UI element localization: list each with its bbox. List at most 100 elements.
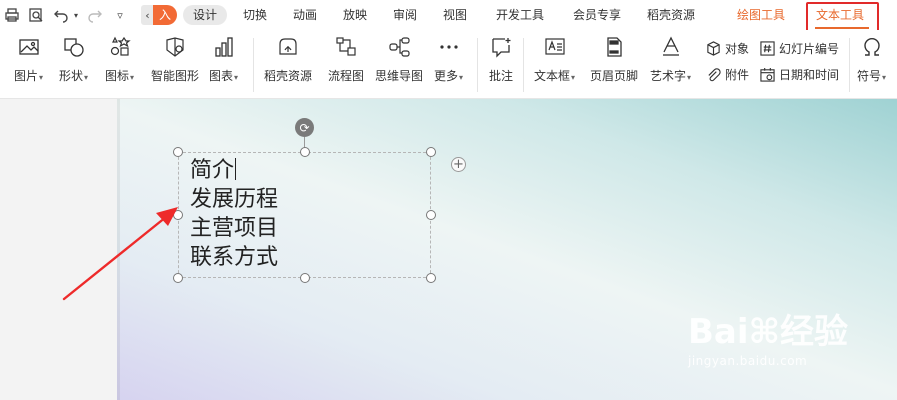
cube-icon <box>707 40 720 56</box>
tab-animation[interactable]: 动画 <box>293 5 317 25</box>
tab-docer-resources[interactable]: 稻壳资源 <box>647 5 695 25</box>
dropdown-icon: ▾ <box>459 73 464 82</box>
add-icon[interactable]: + <box>451 157 466 172</box>
text-caret <box>235 158 237 180</box>
resize-handle-bottom-left[interactable] <box>173 273 183 283</box>
button-label: 幻灯片编号 <box>779 41 840 56</box>
smart-graphic-icon <box>162 34 188 60</box>
word-art-button[interactable]: 艺术字▾ <box>650 34 691 84</box>
text-box-button[interactable]: 文本框▾ <box>534 34 575 84</box>
resize-handle-left[interactable] <box>173 210 183 220</box>
watermark: Bai⌘经验 jingyan.baidu.com <box>688 312 848 368</box>
resize-handle-bottom-right[interactable] <box>426 273 436 283</box>
slide-thumbnail-panel[interactable] <box>0 99 117 400</box>
print-icon[interactable] <box>3 6 21 24</box>
button-label: 思维导图 <box>375 69 424 83</box>
shape-button[interactable]: 形状▾ <box>59 34 88 84</box>
tab-developer[interactable]: 开发工具 <box>496 5 544 25</box>
tab-bar: ▾ ▿ ‹ 入 设计 切换 动画 放映 审阅 视图 开发工具 会员专享 稻壳资源… <box>0 0 897 34</box>
flowchart-button[interactable]: 流程图 <box>328 34 364 84</box>
picture-icon <box>16 34 42 60</box>
button-label: 稻壳资源 <box>264 69 313 83</box>
docer-resources-button[interactable]: 稻壳资源 <box>264 34 312 84</box>
redo-icon[interactable] <box>86 6 104 24</box>
print-preview-icon[interactable] <box>27 6 45 24</box>
chart-button[interactable]: 图表▾ <box>209 34 238 84</box>
button-label: 批注 <box>488 69 513 83</box>
tab-member[interactable]: 会员专享 <box>573 5 621 25</box>
tab-label: 审阅 <box>393 8 418 22</box>
text-box-content[interactable]: 简介 发展历程 主营项目 联系方式 <box>190 156 278 272</box>
active-tab-indicator <box>815 27 869 29</box>
tab-label: 会员专享 <box>573 8 622 22</box>
watermark-logo: Bai⌘经验 <box>688 312 849 352</box>
tab-drawing-tools[interactable]: 绘图工具 <box>737 5 785 25</box>
resize-handle-right[interactable] <box>426 210 436 220</box>
header-footer-icon <box>601 34 627 60</box>
flowchart-icon <box>333 34 359 60</box>
object-button[interactable]: 对象 <box>706 39 749 57</box>
watermark-url: jingyan.baidu.com <box>688 354 808 368</box>
tab-label: 切换 <box>243 8 268 22</box>
text-line: 主营项目 <box>190 216 279 241</box>
tab-label: 视图 <box>443 8 468 22</box>
tab-text-tools[interactable]: 文本工具 <box>816 5 864 25</box>
tab-label: 入 <box>158 8 171 22</box>
chart-icon <box>211 34 237 60</box>
resize-handle-top[interactable] <box>300 147 310 157</box>
more-button[interactable]: 更多▾ <box>434 34 463 84</box>
docer-resources-icon <box>275 34 301 60</box>
slide-edge-shadow <box>117 99 120 400</box>
comment-icon <box>488 34 514 60</box>
icon-library-button[interactable]: 图标▾ <box>105 34 134 84</box>
tab-design[interactable]: 设计 <box>183 5 228 25</box>
button-label: 更多 <box>434 69 459 83</box>
button-label: 图表 <box>209 69 234 83</box>
tab-view[interactable]: 视图 <box>443 5 467 25</box>
header-footer-button[interactable]: 页眉页脚 <box>590 34 638 84</box>
dropdown-icon: ▾ <box>39 73 44 82</box>
button-label: 流程图 <box>328 69 365 83</box>
tab-review[interactable]: 审阅 <box>393 5 417 25</box>
tab-label: 开发工具 <box>496 8 545 22</box>
resize-handle-top-left[interactable] <box>173 147 183 157</box>
button-label: 日期和时间 <box>779 67 840 82</box>
tab-transition[interactable]: 切换 <box>243 5 267 25</box>
tab-insert[interactable]: 入 <box>153 5 177 25</box>
smart-graphic-button[interactable]: 智能图形 <box>151 34 199 84</box>
separator <box>477 38 478 92</box>
resize-handle-bottom[interactable] <box>300 273 310 283</box>
calendar-icon <box>760 67 775 82</box>
text-line: 联系方式 <box>190 245 279 270</box>
dropdown-icon: ▾ <box>234 73 239 82</box>
button-label: 符号 <box>857 69 882 83</box>
tab-label: 放映 <box>343 8 368 22</box>
button-label: 文本框 <box>534 69 571 83</box>
tab-label: 动画 <box>293 8 318 22</box>
date-time-button[interactable]: 日期和时间 <box>760 65 839 83</box>
rotate-icon[interactable]: ⟳ <box>295 118 314 137</box>
picture-button[interactable]: 图片▾ <box>14 34 43 84</box>
mind-map-icon <box>386 34 412 60</box>
separator <box>253 38 254 92</box>
undo-dropdown-icon[interactable]: ▾ <box>67 6 85 24</box>
omega-icon <box>859 34 885 60</box>
comment-button[interactable]: 批注 <box>488 34 514 84</box>
dropdown-icon: ▾ <box>882 73 887 82</box>
separator <box>523 38 524 92</box>
more-icon[interactable]: ▿ <box>111 6 129 24</box>
mind-map-button[interactable]: 思维导图 <box>375 34 423 84</box>
button-label: 形状 <box>59 69 84 83</box>
button-label: 图片 <box>14 69 39 83</box>
tab-label: 文本工具 <box>816 8 865 22</box>
slide-number-button[interactable]: 幻灯片编号 <box>760 39 839 57</box>
dropdown-icon: ▾ <box>130 73 135 82</box>
text-line: 发展历程 <box>190 187 279 212</box>
tab-label: 稻壳资源 <box>647 8 696 22</box>
attachment-button[interactable]: 附件 <box>706 65 749 83</box>
symbol-button[interactable]: 符号▾ <box>857 34 886 84</box>
tab-slideshow[interactable]: 放映 <box>343 5 367 25</box>
resize-handle-top-right[interactable] <box>426 147 436 157</box>
icon-library-icon <box>107 34 133 60</box>
ribbon: 图片▾ 形状▾ 图标▾ 智能图形 图表▾ 稻壳资源 流程图 思维导图 更多▾ 批… <box>0 30 897 99</box>
